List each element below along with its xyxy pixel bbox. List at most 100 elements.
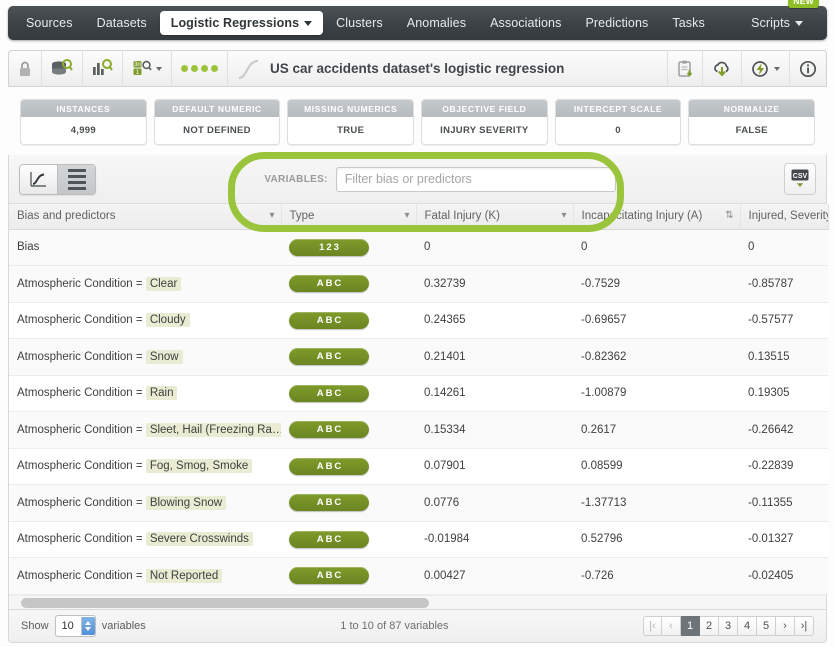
nav-item-scripts[interactable]: Scripts	[740, 11, 814, 35]
cell-injured-severity: 0	[740, 229, 828, 266]
predictor-name: Bias	[17, 241, 40, 254]
chart-view-icon	[30, 171, 46, 187]
nav-item-tasks[interactable]: Tasks	[661, 11, 715, 35]
nav-label: Anomalies	[406, 16, 467, 30]
page-button-4[interactable]: 4	[738, 616, 757, 636]
cloud-download-button[interactable]	[702, 50, 741, 87]
fields-search-button[interactable]: 3n 1	[123, 50, 172, 87]
predictor-value: Severe Crosswinds	[145, 532, 253, 547]
sort-desc-icon[interactable]: ▾	[404, 211, 409, 221]
cell-incapacitating-injury: -1.00879	[573, 375, 740, 412]
clipboard-download-button[interactable]	[667, 50, 702, 87]
next-page-button[interactable]: ›	[776, 616, 795, 636]
page-button-1[interactable]: 1	[681, 616, 700, 636]
predictor-value: Blowing Snow	[145, 495, 227, 510]
nav-item-datasets[interactable]: Datasets	[86, 11, 158, 35]
nav-item-sources[interactable]: Sources	[15, 11, 84, 35]
chevron-down-icon	[304, 21, 313, 27]
status-dot	[211, 65, 218, 72]
column-header-fatal-injury[interactable]: Fatal Injury (K) ▾	[416, 204, 574, 230]
table-row[interactable]: Bias 123 0 0 0	[9, 229, 828, 266]
sort-desc-icon[interactable]: ▾	[269, 211, 274, 221]
type-badge: ABC	[289, 530, 369, 548]
info-button[interactable]	[789, 50, 826, 87]
cell-incapacitating-injury: -0.7529	[573, 265, 740, 303]
flash-actions-button[interactable]	[741, 50, 789, 87]
first-page-button[interactable]: |‹	[643, 616, 662, 636]
column-header-type[interactable]: Type ▾	[281, 204, 417, 230]
cell-fatal-injury: 0.07901	[416, 448, 573, 485]
toolbar-right-group	[667, 50, 826, 87]
lock-button[interactable]	[9, 50, 42, 87]
view-toggle-group	[19, 163, 96, 195]
table-row[interactable]: Atmospheric Condition = Fog, Smog, Smoke…	[9, 448, 828, 485]
view-chart-button[interactable]	[20, 164, 57, 194]
nav-item-logistic-regressions[interactable]: Logistic Regressions	[159, 11, 324, 35]
scrollbar-thumb[interactable]	[21, 598, 429, 608]
type-badge: ABC	[289, 384, 369, 402]
table-row[interactable]: Atmospheric Condition = Clear ABC 0.3273…	[9, 265, 828, 303]
filter-input[interactable]	[335, 166, 616, 192]
cell-injured-severity: -0.85787	[740, 265, 828, 303]
cell-predictor: Atmospheric Condition = Not Reported	[9, 557, 281, 595]
table-row[interactable]: Atmospheric Condition = Severe Crosswind…	[9, 521, 828, 558]
column-header-injured-severity[interactable]: Injured, Severity	[740, 204, 829, 230]
dataset-search-button[interactable]	[42, 50, 83, 87]
column-header-bias-and-predictors[interactable]: Bias and predictors ▾	[9, 204, 282, 230]
model-search-button[interactable]	[83, 50, 123, 87]
status-dot	[181, 65, 188, 72]
cell-predictor: Atmospheric Condition = Cloudy	[9, 302, 281, 339]
csv-download-icon: CSV	[791, 169, 809, 187]
table-row[interactable]: Atmospheric Condition = Blowing Snow ABC…	[9, 484, 828, 522]
nav-item-anomalies[interactable]: Anomalies	[396, 11, 477, 35]
column-header-incapacitating-injury[interactable]: Incapacitating Injury (A) ⇅	[573, 204, 741, 230]
cell-type: ABC	[281, 302, 416, 339]
page-size-stepper[interactable]: 10	[54, 615, 96, 637]
predictor-name: Atmospheric Condition =	[17, 496, 146, 509]
horizontal-scrollbar[interactable]	[9, 595, 826, 609]
cell-injured-severity: -0.01327	[740, 521, 828, 558]
cell-predictor: Atmospheric Condition = Sleet, Hail (Fre…	[9, 411, 281, 449]
predictor-value: Clear	[145, 276, 182, 291]
prev-page-button[interactable]: ‹	[662, 616, 681, 636]
cell-predictor: Atmospheric Condition = Severe Crosswind…	[9, 521, 281, 558]
page-button-3[interactable]: 3	[719, 616, 738, 636]
page-size-value: 10	[61, 620, 74, 632]
table-row[interactable]: Atmospheric Condition = Snow ABC 0.21401…	[9, 338, 828, 376]
info-icon	[799, 60, 817, 77]
filter-center-group: VARIABLES:	[96, 166, 784, 192]
cell-type: ABC	[281, 338, 416, 376]
type-badge: ABC	[289, 348, 369, 366]
cell-fatal-injury: 0.14261	[416, 375, 573, 412]
table-row[interactable]: Atmospheric Condition = Not Reported ABC…	[9, 557, 828, 595]
lock-icon	[20, 61, 30, 76]
nav-label: Scripts	[751, 16, 790, 30]
card-instances: INSTANCES 4,999	[20, 99, 147, 145]
view-table-button[interactable]	[57, 164, 95, 194]
table-row[interactable]: Atmospheric Condition = Cloudy ABC 0.243…	[9, 302, 828, 339]
nav-item-associations[interactable]: Associations	[479, 11, 572, 35]
chevron-down-icon	[156, 66, 162, 71]
cell-fatal-injury: 0.32739	[416, 265, 573, 303]
predictor-value: Fog, Smog, Smoke	[145, 459, 253, 474]
cell-fatal-injury: 0.24365	[416, 302, 573, 339]
csv-download-button[interactable]: CSV	[784, 163, 816, 195]
page-button-2[interactable]: 2	[700, 616, 719, 636]
status-dots-group[interactable]	[172, 50, 228, 87]
table-row[interactable]: Atmospheric Condition = Rain ABC 0.14261…	[9, 375, 828, 412]
cell-fatal-injury: -0.01984	[416, 521, 573, 558]
cell-type: ABC	[281, 484, 416, 522]
predictor-name: Atmospheric Condition =	[17, 387, 146, 400]
sort-desc-icon[interactable]: ▾	[561, 211, 566, 221]
nav-item-clusters[interactable]: Clusters	[325, 11, 394, 35]
stepper-arrows[interactable]	[80, 617, 95, 635]
nav-item-predictions[interactable]: Predictions	[574, 11, 659, 35]
predictor-value: Cloudy	[145, 313, 190, 328]
last-page-button[interactable]: ›|	[795, 616, 814, 636]
cell-type: ABC	[281, 448, 416, 485]
sort-both-icon[interactable]: ⇅	[725, 211, 733, 221]
nav-label: Associations	[490, 16, 562, 30]
page-button-5[interactable]: 5	[757, 616, 776, 636]
card-title: OBJECTIVE FIELD	[422, 100, 547, 117]
table-row[interactable]: Atmospheric Condition = Sleet, Hail (Fre…	[9, 411, 828, 449]
